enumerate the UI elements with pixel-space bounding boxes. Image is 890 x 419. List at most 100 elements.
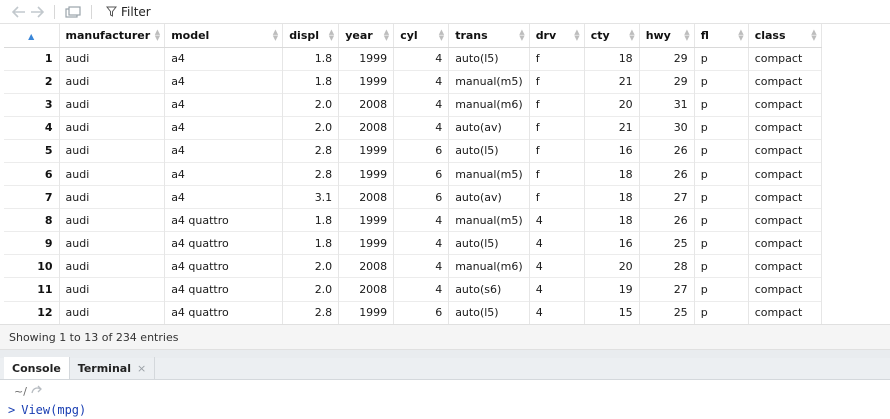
sort-toggle-icon[interactable]: ▲ ▼ xyxy=(574,29,579,42)
table-cell: compact xyxy=(748,301,822,325)
table-cell: 27 xyxy=(639,185,695,209)
table-cell: auto(s6) xyxy=(448,277,530,302)
column-header-0[interactable]: manufacturer ▲ ▼ xyxy=(59,24,166,48)
table-cell: 2008 xyxy=(338,277,395,302)
table-cell: p xyxy=(694,301,749,325)
table-cell: 26 xyxy=(639,139,695,163)
table-row[interactable]: 11 audi a4 quattro 2.0 2008 4 auto(s6) 4 19 27 p co… xyxy=(4,277,822,302)
arrow-left-icon[interactable] xyxy=(10,3,28,21)
row-number: 8 xyxy=(4,208,60,232)
column-header-5[interactable]: trans ▲ ▼ xyxy=(448,24,530,48)
column-header-2[interactable]: displ ▲ ▼ xyxy=(282,24,340,48)
row-number: 12 xyxy=(4,301,60,325)
table-row[interactable]: 10 audi a4 quattro 2.0 2008 4 manual(m6) 4 20 28 p… xyxy=(4,254,822,278)
column-header-4[interactable]: cyl ▲ ▼ xyxy=(393,24,450,48)
table-cell: 1999 xyxy=(338,162,395,186)
close-icon[interactable]: × xyxy=(137,362,146,375)
column-header-3[interactable]: year ▲ ▼ xyxy=(338,24,395,48)
sort-toggle-icon[interactable]: ▲ ▼ xyxy=(738,29,743,42)
table-cell: compact xyxy=(748,139,822,163)
table-row[interactable]: 1 audi a4 1.8 1999 4 auto(l5) f 18 29 p compact xyxy=(4,47,822,71)
sort-toggle-icon[interactable]: ▲ ▼ xyxy=(384,29,389,42)
table-cell: 6 xyxy=(393,139,450,163)
tab-terminal[interactable]: Terminal × xyxy=(70,357,156,379)
filter-button[interactable]: Filter xyxy=(106,3,151,21)
sort-toggle-icon[interactable]: ▲ ▼ xyxy=(629,29,634,42)
column-header-6[interactable]: drv ▲ ▼ xyxy=(529,24,585,48)
column-header-label: manufacturer xyxy=(65,28,151,42)
table-cell: 4 xyxy=(529,277,585,302)
column-header-label: hwy xyxy=(645,28,671,42)
table-cell: p xyxy=(694,116,749,140)
sort-ascending-icon: ▲ xyxy=(28,31,35,41)
table-cell: p xyxy=(694,208,749,232)
table-cell: 2008 xyxy=(338,185,395,209)
goto-dir-arrow-icon[interactable] xyxy=(31,385,43,398)
arrow-right-icon[interactable] xyxy=(28,3,46,21)
table-cell: 28 xyxy=(639,254,695,278)
table-cell: 1.8 xyxy=(282,231,340,255)
table-cell: p xyxy=(694,185,749,209)
table-cell: f xyxy=(529,116,585,140)
row-number: 3 xyxy=(4,93,60,117)
table-cell: 2008 xyxy=(338,254,395,278)
filter-label: Filter xyxy=(121,4,151,19)
row-number: 9 xyxy=(4,231,60,255)
table-row[interactable]: 2 audi a4 1.8 1999 4 manual(m5) f 21 29 p compact xyxy=(4,70,822,94)
table-cell: compact xyxy=(748,47,822,71)
table-cell: 29 xyxy=(639,70,695,94)
console-input-line[interactable]: > View(mpg) xyxy=(0,401,890,419)
sort-toggle-icon[interactable]: ▲ ▼ xyxy=(519,29,524,42)
table-row[interactable]: 4 audi a4 2.0 2008 4 auto(av) f 21 30 p compact xyxy=(4,116,822,140)
table-cell: audi xyxy=(59,162,166,186)
table-cell: auto(l5) xyxy=(448,231,530,255)
column-header-10[interactable]: class ▲ ▼ xyxy=(748,24,822,48)
table-cell: 30 xyxy=(639,116,695,140)
sort-toggle-icon[interactable]: ▲ ▼ xyxy=(684,29,689,42)
table-row[interactable]: 6 audi a4 2.8 1999 6 manual(m5) f 18 26 p compact xyxy=(4,162,822,186)
table-cell: auto(l5) xyxy=(448,139,530,163)
table-cell: 2.8 xyxy=(282,139,340,163)
table-row[interactable]: 8 audi a4 quattro 1.8 1999 4 manual(m5) 4 18 26 p c… xyxy=(4,208,822,232)
console-prompt: > xyxy=(8,403,16,417)
table-cell: p xyxy=(694,93,749,117)
column-header-9[interactable]: fl ▲ ▼ xyxy=(694,24,749,48)
table-cell: 1.8 xyxy=(282,70,340,94)
sort-toggle-icon[interactable]: ▲ ▼ xyxy=(155,29,160,42)
table-row[interactable]: 7 audi a4 3.1 2008 6 auto(av) f 18 27 p compact xyxy=(4,185,822,209)
sort-toggle-icon[interactable]: ▲ ▼ xyxy=(439,29,444,42)
column-header-1[interactable]: model ▲ ▼ xyxy=(164,24,284,48)
entries-status: Showing 1 to 13 of 234 entries xyxy=(0,324,890,350)
table-cell: 19 xyxy=(584,277,640,302)
table-cell: a4 quattro xyxy=(164,208,284,232)
rownum-sort-header[interactable]: ▲ xyxy=(4,24,60,48)
table-cell: 2.8 xyxy=(282,162,340,186)
table-cell: 27 xyxy=(639,277,695,302)
sort-toggle-icon[interactable]: ▲ ▼ xyxy=(329,29,334,42)
table-cell: 18 xyxy=(584,162,640,186)
table-row[interactable]: 3 audi a4 2.0 2008 4 manual(m6) f 20 31 p compact xyxy=(4,93,822,117)
sort-toggle-icon[interactable]: ▲ ▼ xyxy=(273,29,278,42)
column-header-7[interactable]: cty ▲ ▼ xyxy=(584,24,640,48)
column-header-8[interactable]: hwy ▲ ▼ xyxy=(639,24,695,48)
sort-toggle-icon[interactable]: ▲ ▼ xyxy=(811,29,816,42)
table-cell: auto(l5) xyxy=(448,47,530,71)
popout-window-icon[interactable] xyxy=(63,3,83,21)
table-cell: audi xyxy=(59,231,166,255)
table-cell: f xyxy=(529,162,585,186)
table-row[interactable]: 12 audi a4 quattro 2.8 1999 6 auto(l5) 4 15 25 p co… xyxy=(4,301,822,325)
console-command: View(mpg) xyxy=(21,403,87,417)
table-cell: 21 xyxy=(584,116,640,140)
table-cell: audi xyxy=(59,185,166,209)
tab-console[interactable]: Console xyxy=(4,357,70,379)
table-cell: audi xyxy=(59,47,166,71)
table-cell: compact xyxy=(748,231,822,255)
table-row[interactable]: 9 audi a4 quattro 1.8 1999 4 auto(l5) 4 16 25 p com… xyxy=(4,231,822,255)
row-number: 11 xyxy=(4,277,60,302)
table-cell: 18 xyxy=(584,47,640,71)
table-cell: 1999 xyxy=(338,231,395,255)
column-header-label: model xyxy=(171,28,210,42)
table-cell: 4 xyxy=(393,231,450,255)
table-cell: a4 xyxy=(164,162,284,186)
table-row[interactable]: 5 audi a4 2.8 1999 6 auto(l5) f 16 26 p compact xyxy=(4,139,822,163)
